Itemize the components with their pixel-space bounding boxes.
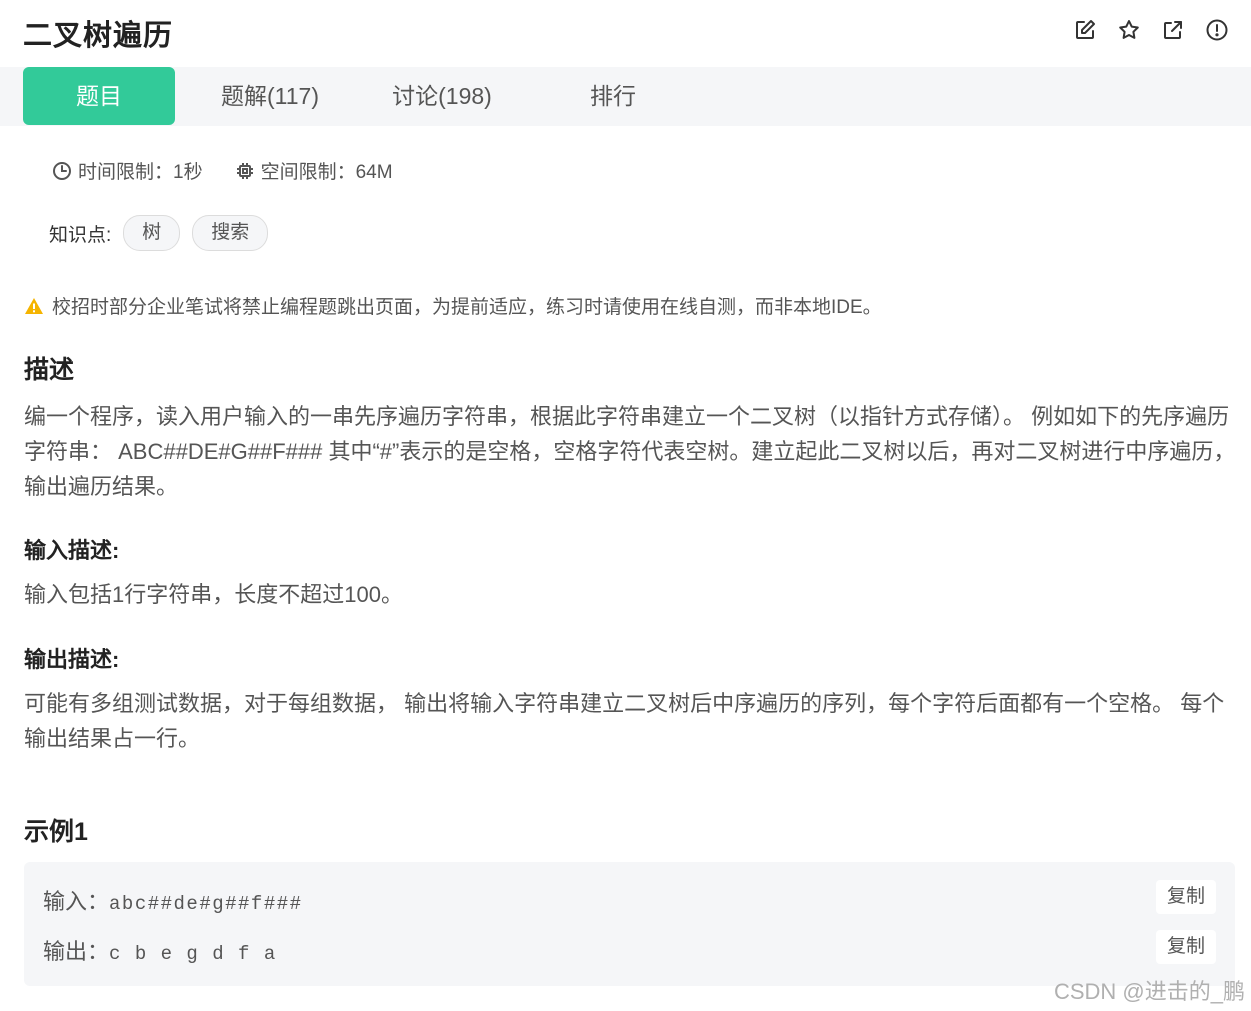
example-output-value: c b e g d f a <box>109 943 277 965</box>
tab-problem[interactable]: 题目 <box>23 67 175 125</box>
star-icon[interactable] <box>1115 16 1143 44</box>
example-input-value: abc##de#g##f### <box>109 893 303 915</box>
page-title: 二叉树遍历 <box>23 20 174 52</box>
input-description-title: 输入描述: <box>24 538 120 563</box>
notice-banner: 校招时部分企业笔试将禁止编程题跳出页面，为提前适应，练习时请使用在线自测，而非本… <box>24 292 882 319</box>
tag-tree[interactable]: 树 <box>123 215 181 251</box>
memory-limit-text: 空间限制：64M <box>260 162 393 183</box>
input-description-text: 输入包括1行字符串，长度不超过100。 <box>24 582 403 607</box>
tag-search[interactable]: 搜索 <box>192 215 269 251</box>
knowledge-label: 知识点: <box>49 224 112 246</box>
clock-icon <box>53 161 71 180</box>
time-limit: 时间限制：1秒 <box>52 157 203 184</box>
output-description-title: 输出描述: <box>24 647 120 672</box>
notice-text: 校招时部分企业笔试将禁止编程题跳出页面，为提前适应，练习时请使用在线自测，而非本… <box>52 297 882 318</box>
tab-ranking[interactable]: 排行 <box>560 67 666 125</box>
description-text: 编一个程序，读入用户输入的一串先序遍历字符串，根据此字符串建立一个二叉树（以指针… <box>24 404 1236 499</box>
copy-output-button[interactable]: 复制 <box>1156 930 1216 964</box>
info-icon[interactable] <box>1203 16 1231 44</box>
edit-icon[interactable] <box>1071 16 1099 44</box>
description-title: 描述 <box>24 356 75 384</box>
tab-bar: 题目 题解(117) 讨论(198) 排行 <box>0 67 1251 126</box>
chip-icon <box>236 162 253 179</box>
toolbar-icons <box>1071 16 1231 44</box>
tab-discussion[interactable]: 讨论(198) <box>372 67 512 125</box>
example-title: 示例1 <box>24 818 88 846</box>
example-box: 输入：abc##de#g##f### 复制 输出：c b e g d f a 复… <box>24 862 1235 986</box>
time-limit-text: 时间限制：1秒 <box>78 162 203 183</box>
memory-limit: 空间限制：64M <box>235 157 393 184</box>
tab-solutions[interactable]: 题解(117) <box>200 67 340 125</box>
example-input-row: 输入：abc##de#g##f### <box>43 884 303 916</box>
example-input-label: 输入： <box>43 889 110 914</box>
external-link-icon[interactable] <box>1159 16 1187 44</box>
warning-icon <box>25 297 43 314</box>
watermark: CSDN @进击的_鹏 <box>1053 979 1245 1004</box>
limits: 时间限制：1秒 空间限制：64M <box>52 157 425 184</box>
knowledge-points: 知识点: 树 搜索 <box>49 215 269 251</box>
title-bar: 二叉树遍历 <box>0 0 1251 67</box>
output-description-text: 可能有多组测试数据，对于每组数据， 输出将输入字符串建立二叉树后中序遍历的序列，… <box>24 691 1225 751</box>
copy-input-button[interactable]: 复制 <box>1156 880 1216 914</box>
example-output-label: 输出： <box>43 939 110 964</box>
example-output-row: 输出：c b e g d f a <box>43 934 277 966</box>
